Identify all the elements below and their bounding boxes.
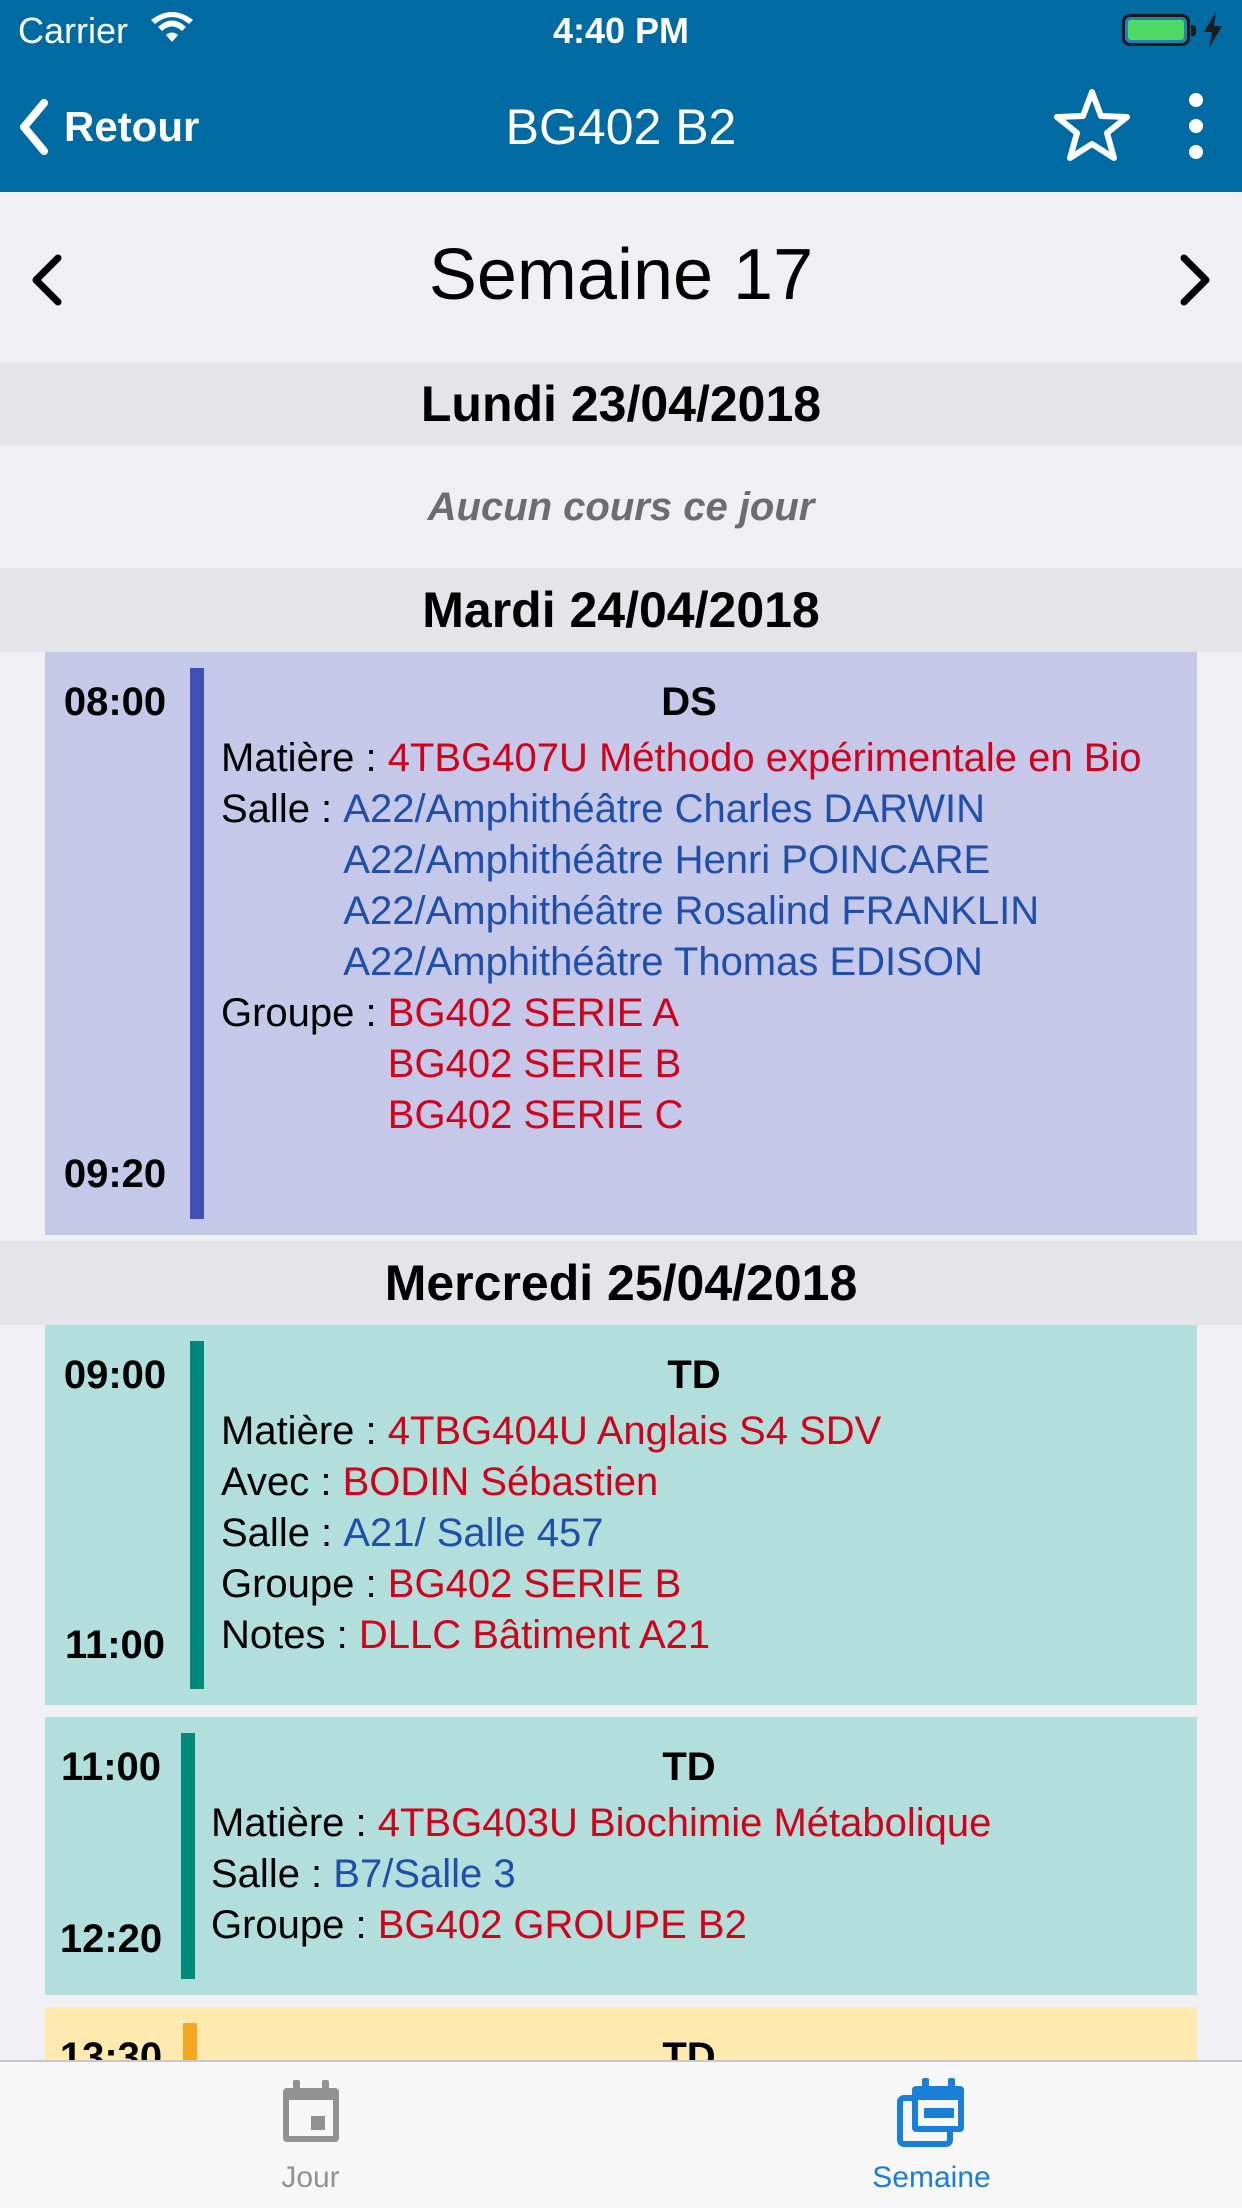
event-color-bar (190, 668, 204, 1219)
empty-day-message: Aucun cours ce jour (427, 485, 815, 529)
event-card[interactable]: 08:00 09:20 DS Matière : 4TBG407U Méthod… (45, 652, 1197, 1235)
salle-value: A22/Amphithéâtre Henri POINCARE (343, 838, 991, 882)
matiere-value: 4TBG404U Anglais S4 SDV (387, 1409, 882, 1453)
groupe-values: BG402 SERIE A BG402 SERIE B BG402 SERIE … (388, 988, 1157, 1141)
battery-icon (1122, 14, 1196, 46)
nav-row: Retour BG402 B2 (0, 62, 1242, 192)
matiere-row: Matière : 4TBG403U Biochimie Métabolique (211, 1798, 1167, 1849)
matiere-label: Matière : (221, 736, 377, 780)
salle-label: Salle : (211, 1852, 323, 1896)
groupe-value: BG402 SERIE C (387, 1093, 684, 1137)
groupe-value: BG402 GROUPE B2 (377, 1903, 747, 1947)
groupe-value: BG402 SERIE B (387, 1562, 682, 1606)
groupe-value: BG402 SERIE A (387, 991, 680, 1035)
event-details: TD Matière : 4TBG404U Anglais S4 SDV Ave… (221, 1353, 1167, 1661)
matiere-row: Matière : 4TBG407U Méthodo expérimentale… (221, 733, 1157, 784)
salle-row: Salle : A22/Amphithéâtre Charles DARWIN … (221, 784, 1157, 988)
salle-row: Salle : A21/ Salle 457 (221, 1508, 1167, 1559)
event-start-time: 13:30 (59, 2035, 163, 2062)
avec-label: Avec : (221, 1460, 332, 1504)
event-type: TD (662, 2035, 716, 2062)
salle-value: A21/ Salle 457 (343, 1511, 604, 1555)
groupe-label: Groupe : (221, 1562, 377, 1606)
event-start-time: 08:00 (63, 680, 167, 724)
event-details: DS Matière : 4TBG407U Méthodo expériment… (221, 680, 1157, 1141)
event-type: TD (662, 1745, 716, 1789)
event-color-bar (181, 1733, 195, 1979)
event-card[interactable]: 11:00 12:20 TD Matière : 4TBG403U Biochi… (45, 1717, 1197, 1995)
navigation-bar: Carrier 4:40 PM Retour BG402 B2 (0, 0, 1242, 192)
event-details: TD (211, 2035, 1167, 2062)
schedule-list[interactable]: Lundi 23/04/2018 Aucun cours ce jour Mar… (0, 362, 1242, 2062)
calendar-day-icon (282, 2080, 339, 2142)
event-end-time: 09:20 (63, 1152, 167, 1196)
event-card[interactable]: 09:00 11:00 TD Matière : 4TBG404U Anglai… (45, 1325, 1197, 1705)
salle-value: A22/Amphithéâtre Thomas EDISON (343, 940, 983, 984)
charging-icon (1204, 12, 1222, 48)
groupe-row: Groupe : BG402 SERIE B (221, 1559, 1167, 1610)
salle-value: A22/Amphithéâtre Rosalind FRANKLIN (343, 889, 1040, 933)
groupe-label: Groupe : (211, 1903, 367, 1947)
matiere-value: 4TBG403U Biochimie Métabolique (377, 1801, 992, 1845)
salle-row: Salle : B7/Salle 3 (211, 1849, 1167, 1900)
event-end-time: 12:20 (59, 1917, 163, 1961)
day-header: Mardi 24/04/2018 (0, 568, 1242, 652)
event-type: TD (667, 1353, 721, 1397)
salle-label: Salle : (221, 787, 333, 831)
star-icon[interactable] (1052, 86, 1132, 166)
event-type: DS (661, 680, 717, 724)
event-start-time: 09:00 (63, 1353, 167, 1397)
avec-row: Avec : BODIN Sébastien (221, 1457, 1167, 1508)
tab-bar: Jour Semaine (0, 2060, 1242, 2208)
tab-label: Jour (281, 2161, 340, 2194)
more-options-icon[interactable] (1176, 90, 1216, 162)
notes-row: Notes : DLLC Bâtiment A21 (221, 1610, 1167, 1661)
day-header: Lundi 23/04/2018 (0, 362, 1242, 446)
groupe-label: Groupe : (221, 991, 377, 1035)
week-title: Semaine 17 (428, 235, 814, 315)
tab-label: Semaine (872, 2161, 991, 2194)
salle-value: A22/Amphithéâtre Charles DARWIN (343, 787, 986, 831)
avec-value: BODIN Sébastien (342, 1460, 659, 1504)
event-color-bar (190, 1341, 204, 1689)
event-end-time: 11:00 (64, 1623, 166, 1667)
event-details: TD Matière : 4TBG403U Biochimie Métaboli… (211, 1745, 1167, 1951)
status-bar: Carrier 4:40 PM (0, 0, 1242, 62)
day-header: Mercredi 25/04/2018 (0, 1241, 1242, 1325)
matiere-label: Matière : (211, 1801, 367, 1845)
notes-label: Notes : (221, 1613, 348, 1657)
calendar-week-icon (896, 2078, 964, 2147)
groupe-row: Groupe : BG402 GROUPE B2 (211, 1900, 1167, 1951)
salle-value: B7/Salle 3 (333, 1852, 516, 1896)
event-color-bar (183, 2023, 197, 2062)
status-time: 4:40 PM (552, 10, 690, 51)
matiere-value: 4TBG407U Méthodo expérimentale en Bio (387, 736, 1142, 780)
event-start-time: 11:00 (60, 1745, 162, 1789)
event-card[interactable]: 13:30 TD (45, 2007, 1197, 2062)
next-week-button[interactable] (1168, 250, 1218, 310)
matiere-label: Matière : (221, 1409, 377, 1453)
salle-values: A22/Amphithéâtre Charles DARWIN A22/Amph… (343, 784, 1157, 988)
tab-semaine[interactable]: Semaine (621, 2062, 1242, 2208)
notes-value: DLLC Bâtiment A21 (358, 1613, 711, 1657)
matiere-row: Matière : 4TBG404U Anglais S4 SDV (221, 1406, 1167, 1457)
groupe-value: BG402 SERIE B (387, 1042, 682, 1086)
tab-jour[interactable]: Jour (0, 2062, 621, 2208)
groupe-row: Groupe : BG402 SERIE A BG402 SERIE B BG4… (221, 988, 1157, 1141)
salle-label: Salle : (221, 1511, 333, 1555)
week-header: Semaine 17 (0, 192, 1242, 362)
